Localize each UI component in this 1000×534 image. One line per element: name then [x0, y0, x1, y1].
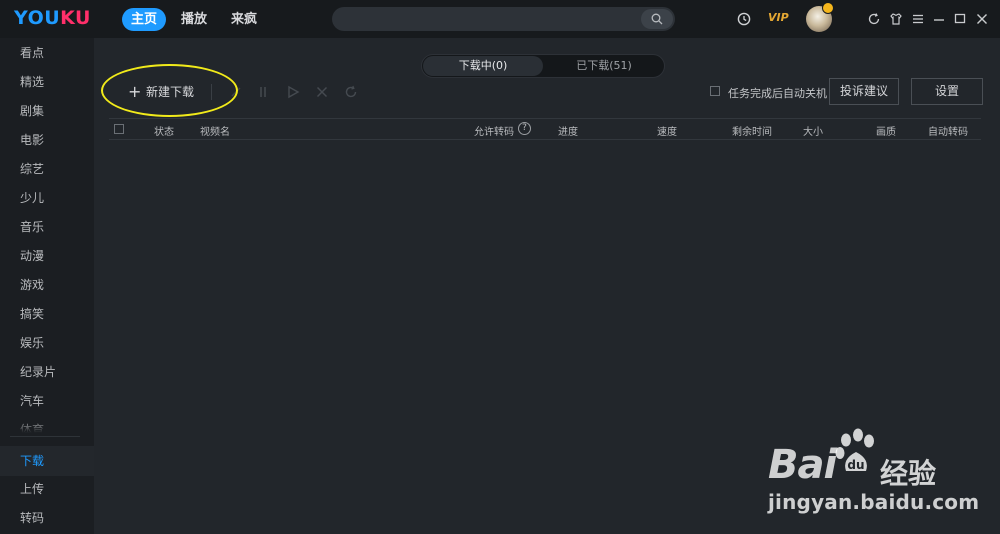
watermark-brand-tail: 经验 [880, 457, 937, 490]
play-icon[interactable] [285, 84, 301, 100]
search-input[interactable] [332, 7, 675, 31]
select-all-checkbox[interactable] [114, 124, 124, 134]
vip-link[interactable]: VIP [768, 11, 789, 24]
menu-icon[interactable] [910, 11, 926, 27]
refresh-icon[interactable] [866, 11, 882, 27]
youku-logo[interactable]: YOUKU [14, 7, 91, 29]
sidebar-item-dongman[interactable]: 动漫 [0, 242, 94, 270]
col-time-left: 剩余时间 [732, 127, 772, 138]
tab-downloaded[interactable]: 已下载(51) [544, 56, 664, 76]
col-allow-transcode: 允许转码 [474, 127, 514, 138]
nav-laifeng[interactable]: 来疯 [223, 8, 265, 31]
sidebar-item-youxi[interactable]: 游戏 [0, 271, 94, 299]
sidebar-item-shaoer[interactable]: 少儿 [0, 184, 94, 212]
col-speed: 速度 [657, 127, 677, 138]
sidebar-item-dianying[interactable]: 电影 [0, 126, 94, 154]
delete-icon[interactable] [228, 84, 244, 100]
col-auto-transcode: 自动转码 [928, 127, 968, 138]
sidebar-item-download[interactable]: 下载 [0, 446, 94, 476]
retry-icon[interactable] [343, 84, 359, 100]
sidebar-item-qiche[interactable]: 汽车 [0, 387, 94, 415]
col-size: 大小 [803, 127, 823, 138]
search-icon [651, 13, 663, 25]
skin-icon[interactable] [888, 11, 904, 27]
new-download-label: 新建下载 [146, 85, 195, 99]
cancel-icon[interactable] [314, 84, 330, 100]
toolbar-divider [211, 84, 212, 100]
sidebar-divider [10, 436, 80, 437]
close-icon[interactable] [974, 11, 990, 27]
new-download-button[interactable]: + 新建下载 [120, 82, 208, 102]
logo-text-ku: KU [60, 7, 91, 29]
watermark-brand: Bai [768, 442, 837, 488]
sidebar-item-juji[interactable]: 剧集 [0, 97, 94, 125]
watermark-url: jingyan.baidu.com [768, 490, 980, 514]
baidu-paw-icon: du [835, 428, 874, 472]
feedback-button[interactable]: 投诉建议 [829, 78, 899, 105]
sidebar-item-gaoxiao[interactable]: 搞笑 [0, 300, 94, 328]
sidebar-item-yinyue[interactable]: 音乐 [0, 213, 94, 241]
sidebar-item-jilupian[interactable]: 纪录片 [0, 358, 94, 386]
nav-play[interactable]: 播放 [173, 8, 215, 31]
search-button[interactable] [641, 9, 673, 29]
sidebar-item-yule[interactable]: 娱乐 [0, 329, 94, 357]
sidebar-item-transcode[interactable]: 转码 [0, 504, 94, 532]
logo-text-you: YOU [14, 7, 61, 29]
youku-window: YOUKU 主页 播放 来疯 VIP 看点 精选 剧集 电影 综艺 少儿 音乐 … [0, 0, 1000, 534]
auto-shutdown-label: 任务完成后自动关机 [728, 87, 827, 100]
baidu-jingyan-watermark: Bai du 经验 jingyan.baidu.com [760, 420, 990, 520]
pause-icon[interactable] [255, 84, 271, 100]
col-status: 状态 [154, 127, 174, 138]
sidebar: 看点 精选 剧集 电影 综艺 少儿 音乐 动漫 游戏 搞笑 娱乐 纪录片 汽车 … [0, 38, 94, 534]
sidebar-item-upload[interactable]: 上传 [0, 475, 94, 503]
download-table-header: 状态 视频名 允许转码 ? 进度 速度 剩余时间 大小 画质 自动转码 [109, 118, 981, 140]
col-quality: 画质 [876, 127, 896, 138]
tab-downloading[interactable]: 下载中(0) [423, 56, 543, 76]
download-tabs: 下载中(0) 已下载(51) [421, 54, 665, 78]
vip-badge-icon [822, 2, 834, 14]
nav-home[interactable]: 主页 [122, 8, 166, 31]
sidebar-scroll-fade [0, 420, 94, 436]
col-progress: 进度 [558, 127, 578, 138]
maximize-icon[interactable] [952, 11, 968, 27]
title-bar: YOUKU 主页 播放 来疯 VIP [0, 0, 1000, 38]
sidebar-item-kandian[interactable]: 看点 [0, 39, 94, 67]
settings-button[interactable]: 设置 [911, 78, 983, 105]
minimize-icon[interactable] [931, 11, 947, 27]
help-icon[interactable]: ? [518, 122, 531, 135]
sidebar-item-zongyi[interactable]: 综艺 [0, 155, 94, 183]
sidebar-item-jingxuan[interactable]: 精选 [0, 68, 94, 96]
auto-shutdown-checkbox[interactable] [710, 86, 720, 96]
col-video-name: 视频名 [200, 127, 230, 138]
clock-icon[interactable] [736, 11, 752, 27]
svg-text:du: du [847, 458, 864, 472]
plus-icon: + [128, 82, 142, 101]
